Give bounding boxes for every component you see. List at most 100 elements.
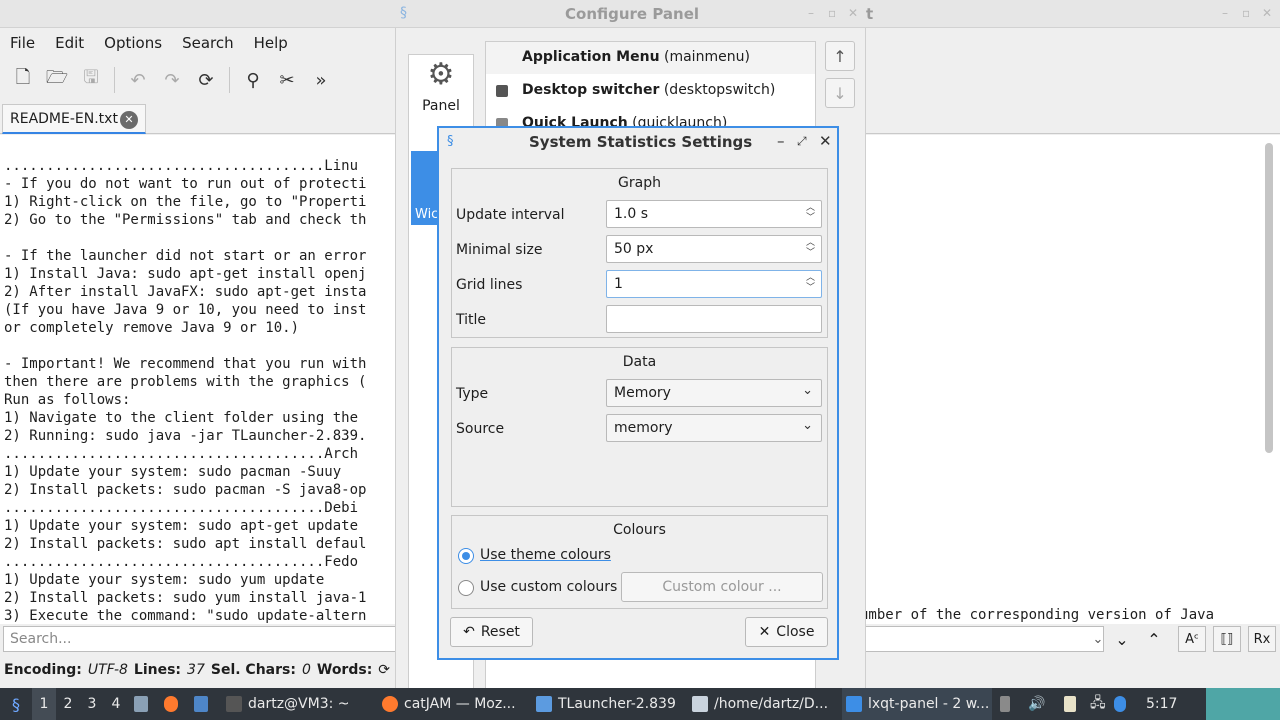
task-lxqt-panel[interactable]: lxqt-panel - 2 w...: [842, 688, 992, 720]
new-file-icon[interactable]: 🗋: [6, 63, 40, 97]
close-button[interactable]: ✕ Close: [745, 617, 828, 647]
words-label: Words:: [316, 662, 373, 678]
type-label: Type: [456, 386, 489, 402]
refresh-words-icon[interactable]: ⟳: [378, 662, 390, 682]
source-select[interactable]: memory ⌄: [606, 414, 822, 442]
custom-colours-label[interactable]: Use custom colours: [480, 579, 617, 595]
custom-colour-button[interactable]: Custom colour ...: [621, 572, 823, 602]
sidebar-widgets-label: Wic: [415, 207, 439, 222]
desktop-4[interactable]: 4: [104, 688, 128, 720]
bg-close-icon[interactable]: ✕: [1262, 6, 1272, 20]
menu-options[interactable]: Options: [94, 30, 172, 56]
clock[interactable]: 5:17: [1146, 688, 1186, 720]
task-tlauncher[interactable]: TLauncher-2.839: [536, 688, 686, 720]
spin-arrows-icon[interactable]: ︿ ﹀: [806, 203, 815, 223]
close-icon[interactable]: ✕: [848, 6, 858, 20]
theme-colours-radio[interactable]: [458, 548, 474, 564]
show-desktop-icon[interactable]: [194, 688, 214, 720]
desktop-2[interactable]: 2: [56, 688, 80, 720]
theme-colours-label[interactable]: Use theme colours: [480, 547, 611, 563]
match-case-icon[interactable]: Aᶜ: [1178, 626, 1206, 652]
menu-search[interactable]: Search: [172, 30, 244, 56]
custom-colours-radio[interactable]: [458, 580, 474, 596]
find-previous-icon[interactable]: ⌃: [1140, 626, 1168, 652]
close-tab-icon[interactable]: ✕: [120, 111, 138, 129]
widget-name: Application Menu: [522, 49, 660, 65]
spin-arrows-icon[interactable]: ︿ ﹀: [806, 238, 815, 258]
firefox-launcher-icon[interactable]: [164, 688, 184, 720]
menu-help[interactable]: Help: [244, 30, 298, 56]
save-icon[interactable]: 🖫: [74, 63, 108, 97]
task-terminal[interactable]: dartz@VM3: ~: [226, 688, 374, 720]
list-item[interactable]: Application Menu (mainmenu): [486, 42, 815, 74]
text-right-fragment: umber of the corresponding version of Ja…: [860, 607, 1215, 623]
gear-icon: ⚙: [427, 57, 455, 92]
find-icon[interactable]: ⚲: [236, 63, 270, 97]
reset-label: Reset: [480, 624, 520, 640]
sidebar-item-panel[interactable]: ⚙ Panel: [409, 55, 473, 123]
more-icon[interactable]: »: [304, 63, 338, 97]
redo-icon[interactable]: ↷: [155, 63, 189, 97]
tab-readme[interactable]: README-EN.txt ✕: [2, 104, 146, 134]
data-group: Data Type Memory ⌄ Source memory ⌄: [451, 347, 828, 507]
desktop-1[interactable]: 1: [32, 688, 56, 720]
minimize-icon[interactable]: –: [808, 6, 814, 20]
source-label: Source: [456, 421, 505, 437]
task-editor[interactable]: /home/dartz/D...: [692, 688, 840, 720]
minimize-icon[interactable]: –: [777, 132, 785, 150]
taskbar: § 1 2 3 4 dartz@VM3: ~ catJAM — Moz... T…: [0, 688, 1280, 720]
tab-label: README-EN.txt: [10, 111, 118, 127]
sidebar-panel-label: Panel: [422, 98, 460, 114]
menu-file[interactable]: File: [0, 30, 45, 56]
move-down-button[interactable]: ↓: [825, 78, 855, 108]
window-titlebar[interactable]: § Configure Panel – ▫ ✕ t – ▫ ✕: [0, 0, 1280, 28]
file-manager-launcher-icon[interactable]: [134, 688, 154, 720]
desktop-3[interactable]: 3: [80, 688, 104, 720]
tray-window-icon[interactable]: [1000, 688, 1016, 720]
minimal-size-spinbox[interactable]: 50 px ︿ ﹀: [606, 235, 822, 263]
status-bar: Encoding: UTF-8 Lines: 37 Sel. Chars: 0 …: [0, 662, 390, 682]
whole-word-icon[interactable]: ⟦⟧: [1213, 626, 1241, 652]
find-next-icon[interactable]: ⌄: [1108, 626, 1136, 652]
move-up-button[interactable]: ↑: [825, 41, 855, 71]
clipboard-icon[interactable]: [1064, 688, 1082, 720]
task-label: lxqt-panel - 2 w...: [868, 696, 990, 712]
maximize-icon[interactable]: ⤢: [797, 134, 807, 149]
regex-icon[interactable]: Rx: [1248, 626, 1276, 652]
spin-arrows-icon[interactable]: ︿ ﹀: [806, 273, 815, 293]
bg-maximize-icon[interactable]: ▫: [1242, 6, 1250, 20]
task-firefox[interactable]: catJAM — Moz...: [382, 688, 530, 720]
task-label: /home/dartz/D...: [714, 696, 829, 712]
open-folder-icon[interactable]: 🗁: [40, 63, 74, 97]
show-desktop-corner[interactable]: [1206, 688, 1280, 720]
window-title: Configure Panel: [565, 5, 700, 23]
undo-icon[interactable]: ↶: [121, 63, 155, 97]
type-select[interactable]: Memory ⌄: [606, 379, 822, 407]
update-notifier-icon[interactable]: [1114, 688, 1132, 720]
toolbar: 🗋 🗁 🖫 ↶ ↷ ⟳ ⚲ ✂ »: [6, 62, 338, 98]
close-icon[interactable]: ✕: [819, 132, 832, 150]
bg-minimize-icon[interactable]: –: [1222, 6, 1228, 20]
minimal-size-value: 50 px: [614, 241, 654, 257]
menu-edit[interactable]: Edit: [45, 30, 94, 56]
main-menu-icon[interactable]: §: [4, 688, 28, 720]
dialog-titlebar[interactable]: § System Statistics Settings – ⤢ ✕: [439, 128, 837, 156]
vertical-scrollbar[interactable]: [1265, 143, 1273, 453]
network-icon[interactable]: 🖧: [1090, 688, 1108, 720]
title-input[interactable]: [606, 305, 822, 333]
list-item[interactable]: Desktop switcher (desktopswitch): [486, 75, 815, 107]
task-label: catJAM — Moz...: [404, 696, 516, 712]
volume-icon[interactable]: 🔊: [1028, 688, 1046, 720]
close-label: Close: [776, 624, 815, 640]
toolbar-separator: [114, 67, 115, 93]
reset-button[interactable]: ↶ Reset: [450, 617, 533, 647]
dialog-app-icon: §: [447, 134, 454, 149]
replace-icon[interactable]: ✂: [270, 63, 304, 97]
task-label: TLauncher-2.839: [558, 696, 676, 712]
grid-lines-spinbox[interactable]: 1 ︿ ﹀: [606, 270, 822, 298]
text-editor-icon: [692, 696, 708, 712]
reload-icon[interactable]: ⟳: [189, 63, 223, 97]
toolbar-separator: [229, 67, 230, 93]
update-interval-spinbox[interactable]: 1.0 s ︿ ﹀: [606, 200, 822, 228]
maximize-icon[interactable]: ▫: [828, 6, 836, 20]
